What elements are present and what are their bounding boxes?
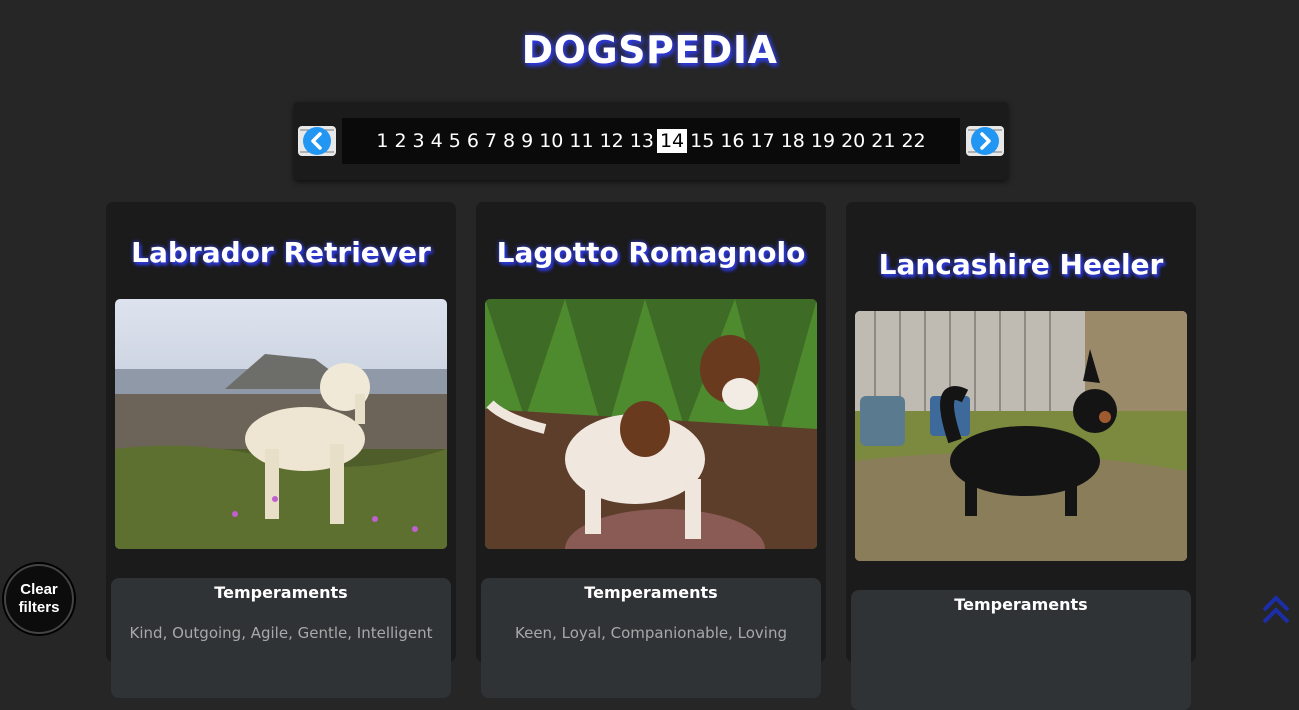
temperaments-list: Kind, Outgoing, Agile, Gentle, Intellige…: [129, 624, 433, 642]
page-number[interactable]: 1: [373, 129, 391, 153]
page-number[interactable]: 6: [464, 129, 482, 153]
page-number[interactable]: 21: [868, 129, 898, 153]
page-number[interactable]: 13: [627, 129, 657, 153]
dog-photo: [855, 311, 1187, 561]
page-number[interactable]: 4: [428, 129, 446, 153]
page-number[interactable]: 9: [518, 129, 536, 153]
page-number[interactable]: 11: [566, 129, 596, 153]
page-number-current[interactable]: 14: [656, 129, 688, 153]
page-number[interactable]: 8: [500, 129, 518, 153]
clear-filters-button[interactable]: Clear filters: [4, 564, 74, 634]
temperaments-heading: Temperaments: [214, 583, 348, 602]
page-number[interactable]: 5: [446, 129, 464, 153]
temperaments-panel: Temperaments: [851, 590, 1191, 710]
dog-card[interactable]: Lagotto Romagnolo Temperaments Keen, Loy…: [476, 202, 826, 698]
page-title: DOGSPEDIA: [521, 28, 778, 72]
page-number-list: 1 2 3 4 5 6 7 8 9 10 11 12 13 14 15 16 1…: [342, 118, 960, 164]
temperaments-heading: Temperaments: [954, 595, 1088, 614]
temperaments-list: Keen, Loyal, Companionable, Loving: [515, 624, 787, 642]
page-number[interactable]: 3: [410, 129, 428, 153]
page-number[interactable]: 12: [597, 129, 627, 153]
scroll-to-top-button[interactable]: [1260, 594, 1292, 626]
page-number[interactable]: 2: [391, 129, 409, 153]
prev-page-button[interactable]: [298, 122, 336, 160]
dog-photo: [115, 299, 447, 549]
next-page-button[interactable]: [966, 122, 1004, 160]
page-number[interactable]: 17: [748, 129, 778, 153]
page-number[interactable]: 18: [778, 129, 808, 153]
dog-name: Lagotto Romagnolo: [496, 236, 806, 269]
dog-card[interactable]: Labrador Retriever Temperaments Kind, Ou…: [106, 202, 456, 698]
page-number[interactable]: 20: [838, 129, 868, 153]
temperaments-panel: Temperaments Keen, Loyal, Companionable,…: [481, 578, 821, 698]
dog-photo: [485, 299, 817, 549]
dog-name: Labrador Retriever: [131, 236, 431, 269]
temperaments-heading: Temperaments: [584, 583, 718, 602]
page-number[interactable]: 22: [898, 129, 928, 153]
page-number[interactable]: 7: [482, 129, 500, 153]
pagination-bar: 1 2 3 4 5 6 7 8 9 10 11 12 13 14 15 16 1…: [294, 102, 1008, 180]
page-number[interactable]: 16: [717, 129, 747, 153]
temperaments-panel: Temperaments Kind, Outgoing, Agile, Gent…: [111, 578, 451, 698]
dog-name: Lancashire Heeler: [878, 248, 1164, 281]
dog-card[interactable]: Lancashire Heeler Temperaments: [846, 202, 1196, 710]
page-number[interactable]: 10: [536, 129, 566, 153]
page-number[interactable]: 15: [687, 129, 717, 153]
page-number[interactable]: 19: [808, 129, 838, 153]
